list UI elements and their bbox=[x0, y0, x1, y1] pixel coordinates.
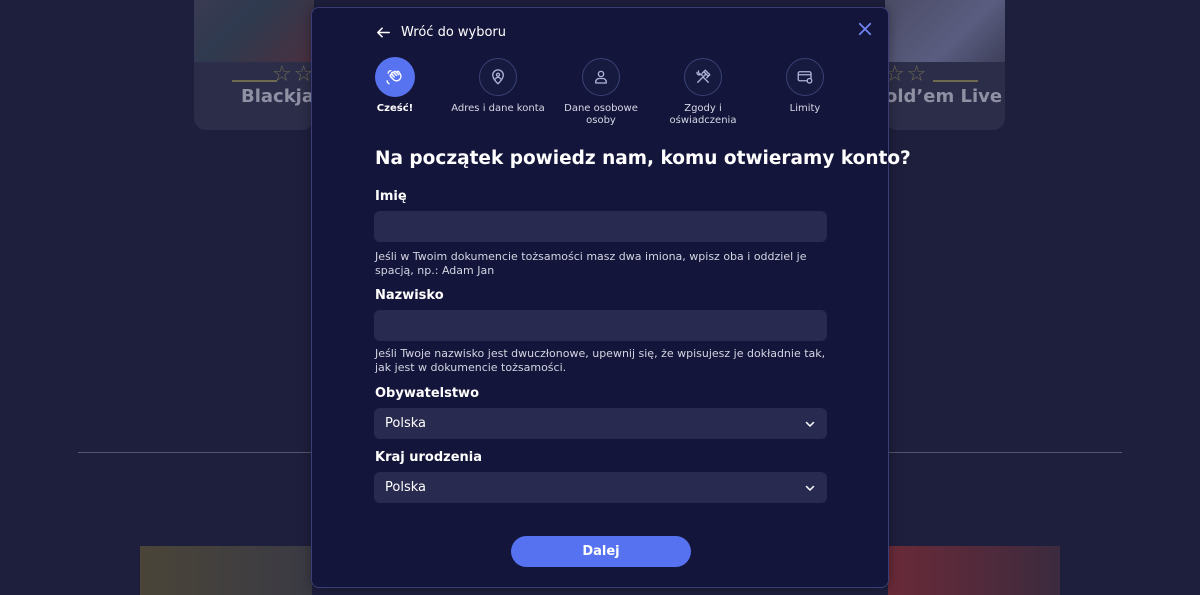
step-circle bbox=[786, 58, 824, 96]
game-card-art bbox=[194, 0, 314, 62]
game-thumbnail bbox=[140, 546, 312, 595]
wave-hand-icon bbox=[386, 69, 402, 85]
step-consents[interactable]: Zgody i oświadczenia bbox=[653, 58, 753, 127]
last-name-input[interactable] bbox=[374, 310, 827, 341]
step-limits[interactable]: Limity bbox=[755, 58, 855, 115]
back-to-selection-link[interactable]: Wróć do wyboru bbox=[375, 24, 506, 41]
first-name-input[interactable] bbox=[374, 211, 827, 242]
last-name-label: Nazwisko bbox=[375, 288, 444, 303]
decorative-line bbox=[933, 80, 978, 82]
star-rating-icon: ☆☆ bbox=[272, 62, 314, 87]
game-card-art bbox=[885, 0, 1005, 62]
registration-modal: Wróć do wyboru Cześć! Adres i dane konta… bbox=[311, 7, 911, 588]
location-pin-icon bbox=[492, 69, 504, 85]
step-circle bbox=[375, 57, 415, 97]
last-name-hint: Jeśli Twoje nazwisko jest dwuczłonowe, u… bbox=[375, 347, 826, 374]
game-card-title: old’em Live bbox=[885, 86, 1003, 107]
chevron-down-icon bbox=[805, 421, 815, 427]
game-thumbnail bbox=[888, 546, 1060, 595]
game-card-blackjack: ☆☆ Blackjac bbox=[194, 0, 314, 130]
registration-stepper: Cześć! Adres i dane konta Dane osobowe o… bbox=[342, 57, 872, 138]
game-card-holdem: ☆☆ old’em Live bbox=[885, 0, 1005, 130]
step-personal-data[interactable]: Dane osobowe osoby bbox=[551, 58, 651, 127]
step-label: Zgody i oświadczenia bbox=[669, 103, 737, 126]
step-address[interactable]: Adres i dane konta bbox=[448, 58, 548, 115]
person-icon bbox=[595, 70, 607, 84]
citizenship-select[interactable]: Polska bbox=[374, 408, 827, 439]
step-circle bbox=[582, 58, 620, 96]
star-rating-icon: ☆☆ bbox=[885, 62, 929, 87]
step-circle bbox=[479, 58, 517, 96]
citizenship-value: Polska bbox=[385, 416, 426, 431]
next-button[interactable]: Dalej bbox=[511, 536, 691, 567]
back-link-label: Wróć do wyboru bbox=[401, 25, 507, 40]
page-title: Na początek powiedz nam, komu otwieramy … bbox=[375, 148, 911, 169]
decorative-line bbox=[232, 80, 277, 82]
birth-country-label: Kraj urodzenia bbox=[375, 450, 483, 465]
step-label: Cześć! bbox=[376, 103, 414, 114]
game-card-title: Blackjac bbox=[241, 86, 314, 107]
step-label: Limity bbox=[789, 103, 821, 114]
first-name-hint: Jeśli w Twoim dokumencie tożsamości masz… bbox=[375, 250, 807, 277]
citizenship-label: Obywatelstwo bbox=[375, 386, 479, 401]
first-name-label: Imię bbox=[375, 189, 407, 204]
step-hello[interactable]: Cześć! bbox=[345, 57, 445, 115]
birth-country-value: Polska bbox=[385, 480, 426, 495]
close-icon[interactable] bbox=[856, 20, 874, 38]
chevron-down-icon bbox=[805, 485, 815, 491]
hammer-wrench-icon bbox=[696, 69, 711, 83]
step-label: Adres i dane konta bbox=[451, 103, 545, 114]
step-circle bbox=[684, 58, 722, 96]
birth-country-select[interactable]: Polska bbox=[374, 472, 827, 503]
arrow-left-icon bbox=[377, 27, 390, 38]
card-settings-icon bbox=[797, 71, 813, 84]
step-label: Dane osobowe osoby bbox=[564, 103, 638, 126]
